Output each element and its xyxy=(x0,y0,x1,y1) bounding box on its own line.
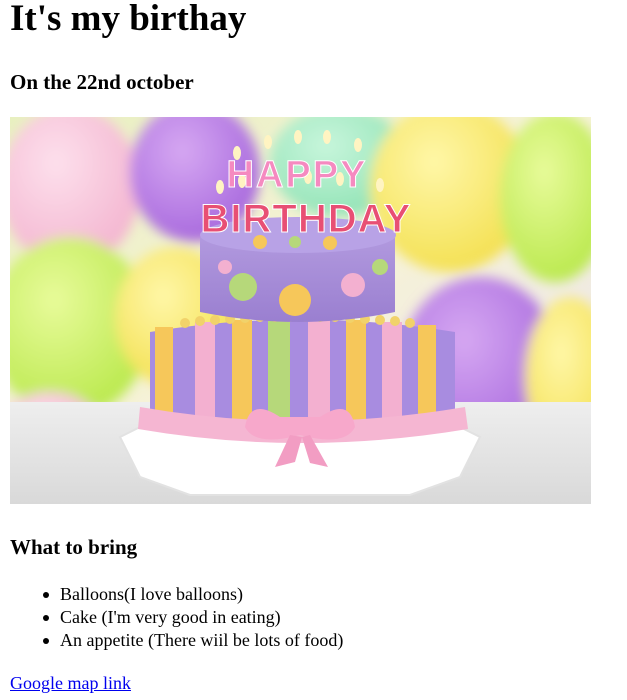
birthday-cake-image: HAPPY BIRTHDAY xyxy=(10,117,591,504)
candle-text-birthday: BIRTHDAY xyxy=(201,197,412,241)
list-item-text: An appetite (There wiil be lots of food) xyxy=(60,630,344,650)
list-item-text: Balloons(I love balloons) xyxy=(60,584,243,604)
list-item: Cake (I'm very good in eating) xyxy=(10,606,343,629)
bullet-icon xyxy=(43,592,49,598)
bring-list: Balloons(I love balloons) Cake (I'm very… xyxy=(10,583,343,652)
list-item: An appetite (There wiil be lots of food) xyxy=(10,629,343,652)
list-item: Balloons(I love balloons) xyxy=(10,583,343,606)
bullet-icon xyxy=(43,638,49,644)
bullet-icon xyxy=(43,615,49,621)
list-item-text: Cake (I'm very good in eating) xyxy=(60,607,281,627)
what-to-bring-heading: What to bring xyxy=(10,535,138,559)
candle-text-happy: HAPPY xyxy=(227,154,368,196)
page-title: It's my birthay xyxy=(10,0,247,39)
party-date-heading: On the 22nd october xyxy=(10,70,194,94)
google-map-link[interactable]: Google map link xyxy=(10,672,131,695)
